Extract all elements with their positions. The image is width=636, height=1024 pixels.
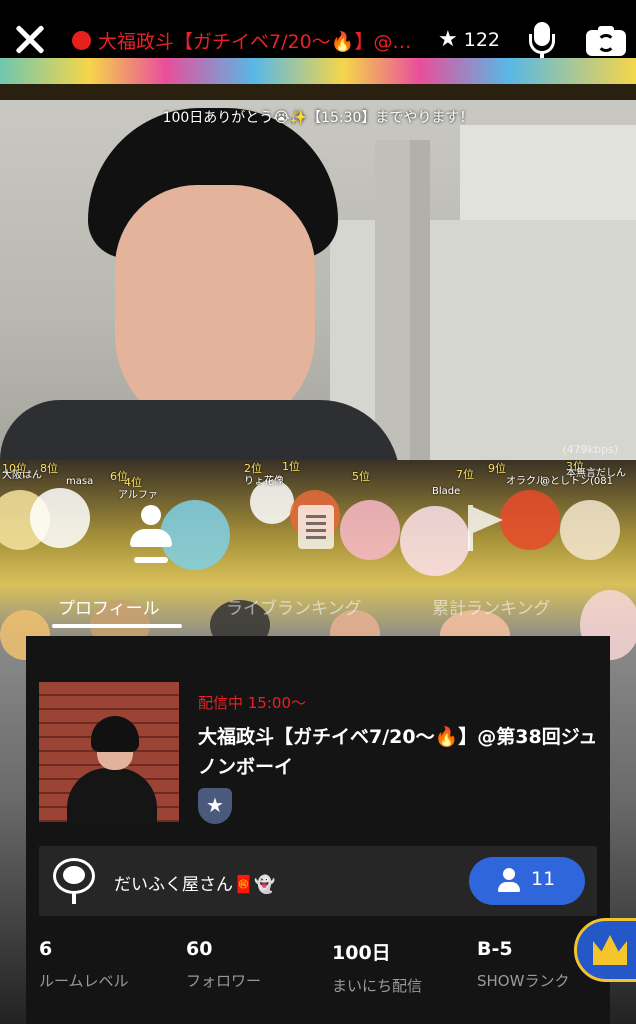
profile-panel: 配信中 15:00〜 大福政斗【ガチイベ7/20〜🔥】@第38回ジュノンボーイ …	[26, 636, 610, 1024]
follow-count: 11	[531, 868, 556, 890]
rank-label: 8位	[40, 462, 58, 475]
owner-name: だいふく屋さん🧧👻	[114, 875, 276, 895]
microphone-icon[interactable]	[526, 22, 558, 62]
profile-tabs: プロフィール ライブランキング 累計ランキング	[0, 590, 636, 630]
stat-show-rank: B-5 SHOWランク	[477, 938, 569, 991]
room-title: 大福政斗【ガチイベ7/20〜🔥】@第38回ジュノンボーイ	[198, 726, 598, 778]
follow-button[interactable]: 11	[469, 857, 585, 905]
stat-value: 60	[186, 938, 213, 960]
crown-icon	[593, 935, 627, 965]
owner-row[interactable]: だいふく屋さん🧧👻 11	[39, 846, 597, 916]
stat-value: 6	[39, 938, 53, 960]
rank-label: アルファ	[118, 490, 158, 501]
profile-tab-icon[interactable]	[128, 505, 174, 569]
stat-value: 100日	[332, 942, 391, 964]
stat-label: フォロワー	[186, 972, 262, 990]
close-icon[interactable]	[10, 20, 50, 60]
person-icon	[503, 868, 515, 880]
rank-label: 9位	[488, 462, 506, 475]
crown-button[interactable]	[574, 918, 636, 982]
stat-label: SHOWランク	[477, 972, 570, 990]
stream-title[interactable]: 大福政斗【ガチイベ7/20〜🔥】@第38回ジュノンボーイ	[98, 27, 428, 54]
rank-label: りょ花像	[244, 476, 284, 487]
stat-followers: 60 フォロワー	[186, 938, 261, 991]
flag-icon[interactable]	[466, 505, 506, 551]
rank-label: Blade	[432, 486, 461, 497]
on-air-time: 配信中 15:00〜	[198, 694, 306, 712]
stat-label: まいにち配信	[332, 977, 423, 995]
stat-label: ルームレベル	[39, 972, 129, 990]
tab-live-ranking[interactable]: ライブランキング	[226, 594, 362, 619]
room-thumbnail[interactable]	[39, 682, 179, 822]
rank-label: 7位	[456, 468, 474, 481]
active-tab-indicator	[52, 624, 182, 628]
stage-decoration	[0, 58, 636, 100]
stat-room-level: 6 ルームレベル	[39, 938, 129, 991]
star-counter[interactable]: ★ 122	[438, 27, 500, 52]
shield-star-icon: ★	[198, 788, 232, 824]
rank-label: 5位	[352, 470, 370, 483]
rank-label: 1位	[282, 460, 300, 473]
list-icon[interactable]	[298, 505, 334, 549]
bitrate-label: (479kbps)	[562, 443, 618, 456]
live-indicator-icon	[72, 31, 91, 50]
tab-total-ranking[interactable]: 累計ランキング	[432, 594, 551, 619]
star-icon: ★	[438, 27, 458, 52]
camera-switch-icon[interactable]	[586, 26, 626, 56]
bear-logo-icon	[51, 858, 97, 904]
tab-profile[interactable]: プロフィール	[58, 594, 160, 619]
rank-label: @としトン(081	[540, 476, 613, 487]
rank-label: masa	[66, 476, 94, 487]
video-caption: 100日ありがとう😭✨【15:30】までやります！	[162, 110, 474, 126]
stat-daily-streams: 100日 まいにち配信	[332, 938, 422, 996]
live-video[interactable]: 100日ありがとう😭✨【15:30】までやります！ (479kbps)	[0, 100, 636, 460]
star-count-value: 122	[463, 28, 500, 51]
rank-label: 大阪はん	[2, 470, 42, 481]
stat-value: B-5	[477, 938, 513, 960]
